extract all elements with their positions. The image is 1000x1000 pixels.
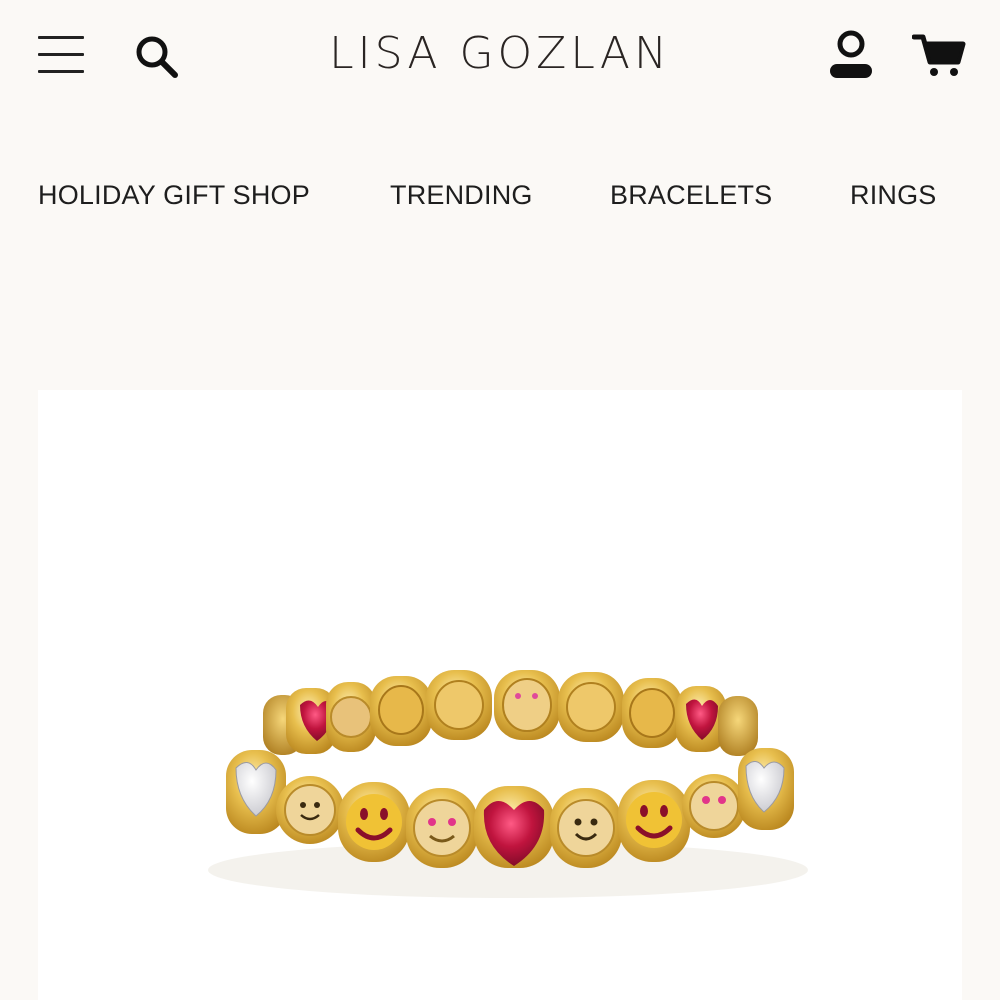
nav-item-bracelets[interactable]: BRACELETS bbox=[610, 180, 772, 211]
site-header: LISA GOZLAN bbox=[0, 0, 1000, 110]
page: LISA GOZLAN HOLIDAY GIFT SHOP TRENDING B… bbox=[0, 0, 1000, 1000]
gold-bracelet-image bbox=[208, 670, 808, 898]
nav-item-trending[interactable]: TRENDING bbox=[390, 180, 533, 211]
user-account-icon[interactable] bbox=[826, 30, 876, 82]
shopping-cart-icon[interactable] bbox=[911, 32, 966, 78]
bracelet-back-row bbox=[263, 670, 758, 756]
search-icon[interactable] bbox=[132, 32, 180, 80]
nav-item-rings[interactable]: RINGS bbox=[850, 180, 937, 211]
hamburger-menu-icon[interactable] bbox=[38, 36, 84, 74]
main-navigation: HOLIDAY GIFT SHOP TRENDING BRACELETS RIN… bbox=[0, 160, 1000, 232]
nav-item-holiday-gift-shop[interactable]: HOLIDAY GIFT SHOP bbox=[38, 180, 310, 211]
product-image-card[interactable] bbox=[38, 390, 962, 1000]
brand-logo[interactable]: LISA GOZLAN bbox=[250, 28, 750, 80]
